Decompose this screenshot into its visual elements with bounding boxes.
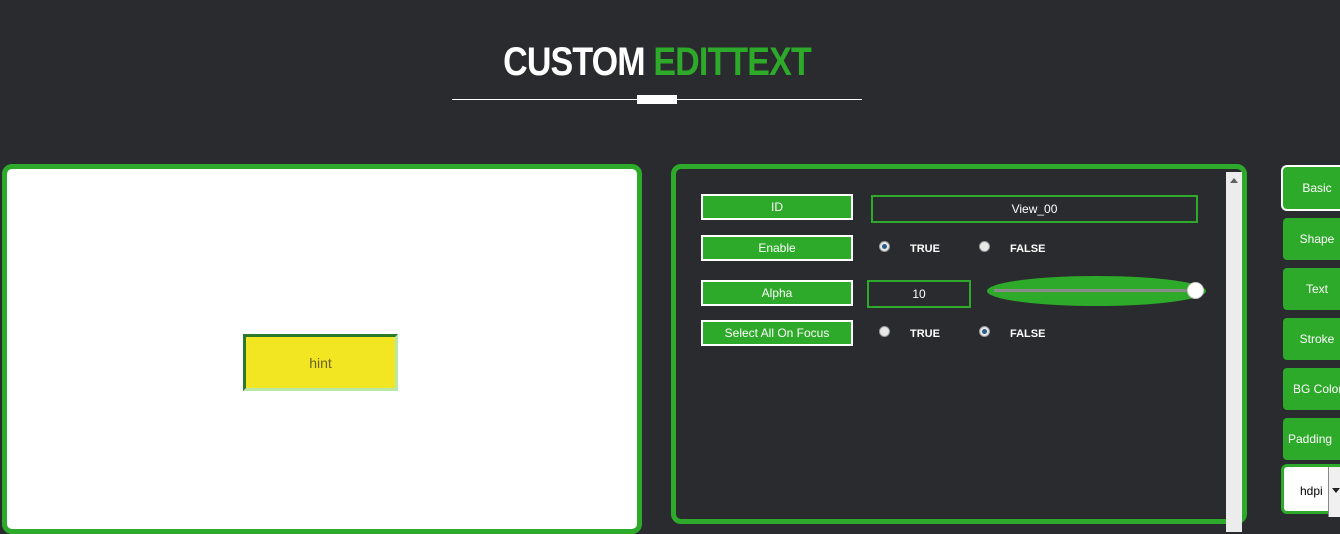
tab-basic-label: Basic: [1302, 181, 1332, 195]
alpha-slider-thumb[interactable]: [1187, 282, 1204, 299]
tab-shape[interactable]: Shape: [1281, 216, 1340, 262]
enable-true-label[interactable]: TRUE: [910, 243, 940, 255]
id-input-value: View_00: [1011, 202, 1058, 216]
tab-basic[interactable]: Basic: [1281, 165, 1340, 211]
dpi-select[interactable]: hdpi: [1281, 464, 1340, 517]
title-divider-accent: [637, 95, 677, 104]
tab-text-label: Text: [1305, 282, 1328, 296]
select-all-false-label[interactable]: FALSE: [1010, 328, 1045, 340]
tab-shape-label: Shape: [1299, 232, 1335, 246]
tab-bg-color-label: BG Color: [1293, 382, 1340, 396]
tab-text[interactable]: Text: [1281, 266, 1340, 312]
chevron-down-icon: [1332, 488, 1340, 493]
alpha-slider[interactable]: [987, 276, 1206, 306]
dpi-select-value: hdpi: [1300, 484, 1323, 498]
tab-padding[interactable]: Padding: [1281, 416, 1340, 462]
tab-stroke-label: Stroke: [1299, 332, 1335, 346]
select-all-false-radio[interactable]: [979, 326, 990, 337]
preview-edittext-hint: hint: [309, 354, 332, 371]
title-edittext: EDITTEXT: [653, 40, 811, 84]
enable-false-label[interactable]: FALSE: [1010, 243, 1045, 255]
preview-edittext[interactable]: hint: [243, 334, 398, 391]
alpha-slider-track: [994, 289, 1199, 292]
preview-panel: hint: [2, 164, 642, 534]
tab-stroke[interactable]: Stroke: [1281, 316, 1340, 362]
properties-scrollbar[interactable]: [1226, 172, 1242, 532]
page-title: CUSTOM EDITTEXT: [99, 40, 1216, 85]
enable-true-radio[interactable]: [879, 241, 890, 252]
alpha-label: Alpha: [701, 280, 853, 306]
tab-padding-label: Padding: [1288, 432, 1333, 446]
properties-panel: ID View_00 Enable TRUE FALSE Alpha 10 Se…: [671, 164, 1247, 532]
alpha-input[interactable]: 10: [867, 280, 971, 308]
alpha-input-value: 10: [912, 287, 926, 301]
scroll-up-arrow-icon[interactable]: [1230, 178, 1238, 183]
id-label: ID: [701, 194, 853, 220]
select-all-label: Select All On Focus: [701, 320, 853, 346]
select-all-true-label[interactable]: TRUE: [910, 328, 940, 340]
select-all-true-radio[interactable]: [879, 326, 890, 337]
enable-false-radio[interactable]: [979, 241, 990, 252]
dpi-dropdown-button[interactable]: [1328, 467, 1340, 517]
id-input[interactable]: View_00: [871, 195, 1198, 223]
tab-bg-color[interactable]: BG Color: [1281, 366, 1340, 412]
title-custom: CUSTOM: [503, 40, 645, 84]
enable-label: Enable: [701, 235, 853, 261]
